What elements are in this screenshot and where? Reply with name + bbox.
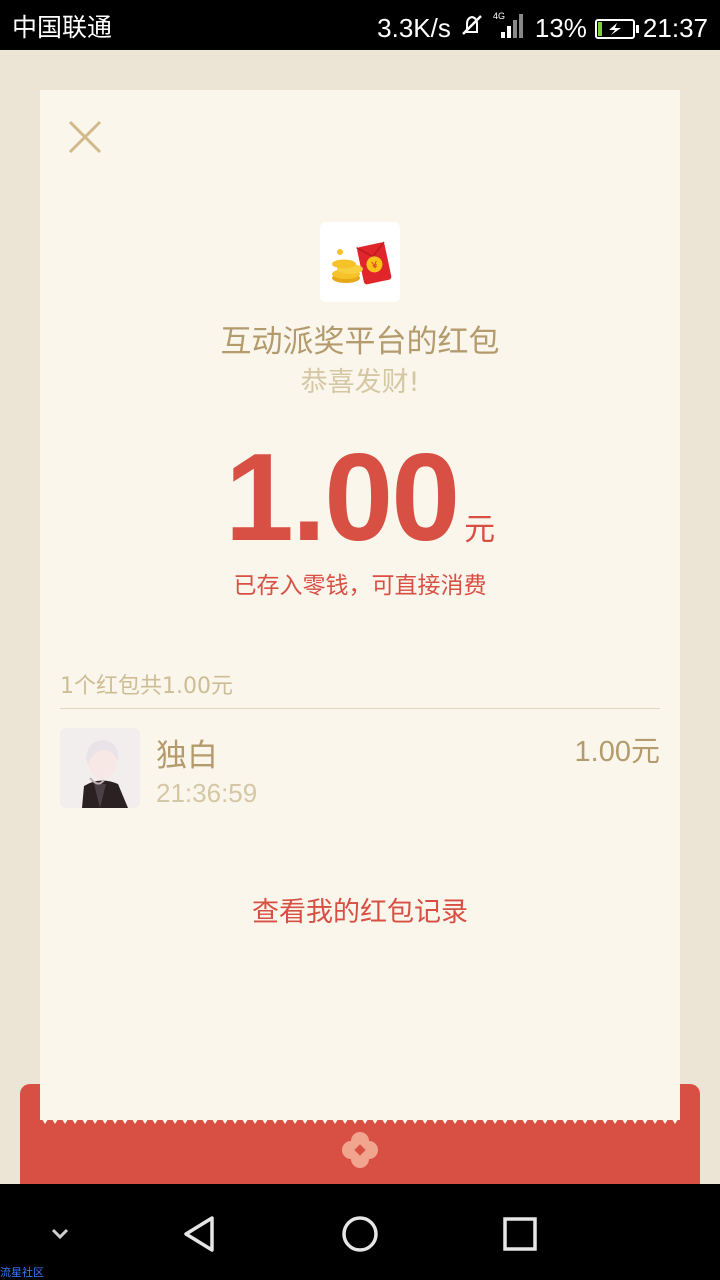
recents-button[interactable] (496, 1210, 544, 1258)
red-envelope-coins-icon: ¥ (332, 241, 392, 285)
clock: 21:37 (642, 13, 708, 43)
net-speed: 3.3K/s (377, 13, 451, 43)
red-envelope-detail-card: ¥ 互动派奖平台的红包 恭喜发财! 1.00 元 已存入零钱，可直接消费 1个红包… (40, 90, 680, 1120)
recents-icon (503, 1217, 537, 1251)
home-icon (342, 1216, 378, 1252)
back-button[interactable] (176, 1210, 224, 1258)
amount-display: 1.00 元 (40, 436, 680, 560)
battery-charging-icon (594, 18, 639, 39)
network-type: 4G (493, 11, 505, 21)
view-history-link[interactable]: 查看我的红包记录 (40, 890, 680, 929)
collapse-button[interactable] (36, 1210, 84, 1258)
mute-icon (459, 12, 485, 45)
status-bar: 中国联通 3.3K/s 4G 13% 21:37 (0, 0, 720, 50)
list-item[interactable]: 独白 21:36:59 1.00元 (60, 728, 660, 810)
flower-emblem-icon (340, 1130, 380, 1170)
back-icon (184, 1216, 214, 1252)
signal-icon: 4G (493, 10, 527, 47)
amount-unit: 元 (464, 512, 496, 548)
sender-logo: ¥ (320, 222, 400, 302)
close-button[interactable] (66, 118, 104, 156)
battery-percent: 13% (534, 13, 587, 43)
divider (60, 708, 660, 709)
navigation-bar: 流星社区 (0, 1184, 720, 1280)
carrier-label: 中国联通 (12, 13, 113, 42)
amount-value: 1.00 (224, 429, 460, 567)
greeting-text: 恭喜发财! (300, 367, 420, 398)
record-amount: 1.00元 (574, 736, 660, 768)
status-icons: 3.3K/s 4G 13% 21:37 (377, 10, 708, 47)
close-icon (68, 120, 102, 154)
saved-to-wallet-note: 已存入零钱，可直接消费 (233, 573, 487, 599)
sender-title: 互动派奖平台的红包 (220, 324, 500, 360)
home-button[interactable] (336, 1210, 384, 1258)
collapse-icon (51, 1228, 69, 1240)
record-name: 独白 (156, 738, 218, 774)
envelope-summary: 1个红包共1.00元 (60, 674, 233, 699)
zigzag-edge (40, 1110, 680, 1124)
record-time: 21:36:59 (156, 778, 258, 808)
avatar (60, 728, 140, 808)
watermark: 流星社区 (0, 1266, 44, 1279)
